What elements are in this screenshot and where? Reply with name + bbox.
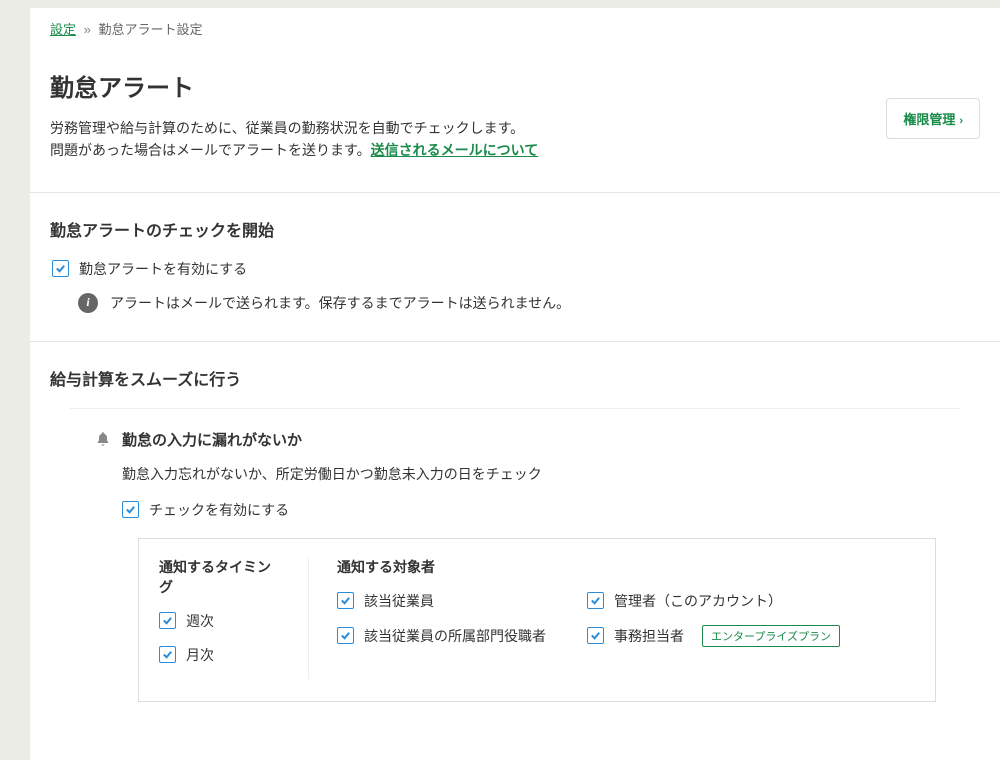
breadcrumb: 設定 » 勤怠アラート設定	[30, 8, 1000, 48]
breadcrumb-separator: »	[84, 22, 91, 37]
desc-line2: 問題があった場合はメールでアラートを送ります。送信されるメールについて	[50, 139, 980, 161]
checkbox-enable-check[interactable]	[122, 501, 139, 518]
breadcrumb-link-settings[interactable]: 設定	[50, 22, 76, 37]
page-title: 勤怠アラート	[50, 68, 980, 103]
checkbox-timing-weekly[interactable]	[159, 612, 176, 629]
section-title-start: 勤怠アラートのチェックを開始	[50, 217, 980, 241]
checkbox-target-dept-manager[interactable]	[337, 627, 354, 644]
subsection-title: 勤怠の入力に漏れがないか	[122, 429, 302, 450]
checkbox-target-employee[interactable]	[337, 592, 354, 609]
breadcrumb-current: 勤怠アラート設定	[99, 22, 203, 37]
label-target-employee: 該当従業員	[364, 591, 434, 611]
label-timing-monthly: 月次	[186, 645, 214, 665]
info-icon: i	[78, 293, 98, 313]
checkbox-target-clerk[interactable]	[587, 627, 604, 644]
chevron-right-icon: ›	[959, 115, 963, 127]
section-title-payroll: 給与計算をスムーズに行う	[50, 366, 980, 390]
info-text: アラートはメールで送られます。保存するまでアラートは送られません。	[110, 293, 570, 313]
checkbox-enable-check-label: チェックを有効にする	[149, 500, 289, 520]
link-about-mail[interactable]: 送信されるメールについて	[371, 142, 539, 158]
section-start-check: 勤怠アラートのチェックを開始 勤怠アラートを有効にする i アラートはメールで送…	[30, 192, 1000, 341]
label-target-clerk: 事務担当者	[614, 626, 684, 646]
checkbox-timing-monthly[interactable]	[159, 646, 176, 663]
heading-target: 通知する対象者	[337, 557, 887, 577]
subsection-attendance-input: 勤怠の入力に漏れがないか 勤怠入力忘れがないか、所定労働日かつ勤怠未入力の日をチ…	[70, 408, 960, 732]
section-payroll: 給与計算をスムーズに行う 勤怠の入力に漏れがないか 勤怠入力忘れがないか、所定労…	[30, 341, 1000, 760]
desc-line1: 労務管理や給与計算のために、従業員の勤務状況を自動でチェックします。	[50, 117, 980, 139]
label-timing-weekly: 週次	[186, 611, 214, 631]
checkbox-target-admin[interactable]	[587, 592, 604, 609]
heading-timing: 通知するタイミング	[159, 557, 280, 597]
page-description: 労務管理や給与計算のために、従業員の勤務状況を自動でチェックします。 問題があっ…	[50, 117, 980, 162]
subsection-desc: 勤怠入力忘れがないか、所定労働日かつ勤怠未入力の日をチェック	[122, 464, 936, 484]
permission-management-button[interactable]: 権限管理›	[886, 98, 980, 139]
bell-icon	[94, 430, 112, 448]
checkbox-enable-alert-label: 勤怠アラートを有効にする	[79, 259, 247, 279]
notification-settings-box: 通知するタイミング 週次 月次 通知する対象者 該	[138, 538, 936, 702]
enterprise-plan-tag: エンタープライズプラン	[702, 625, 840, 647]
label-target-admin: 管理者（このアカウント）	[614, 591, 782, 611]
checkbox-enable-alert[interactable]	[52, 260, 69, 277]
label-target-dept-manager: 該当従業員の所属部門役職者	[364, 626, 546, 646]
